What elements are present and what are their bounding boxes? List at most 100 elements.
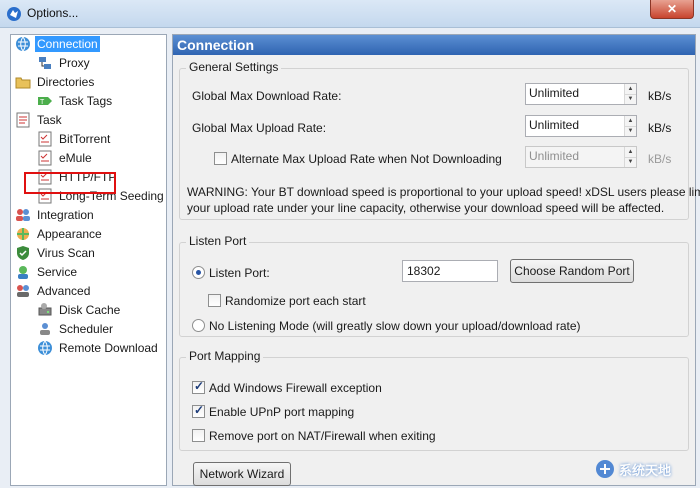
checklist-icon <box>38 150 52 166</box>
content-panel: Connection General Settings Global Max D… <box>172 34 700 486</box>
task-icon <box>16 112 30 128</box>
tree-item-label: Disk Cache <box>59 303 121 317</box>
emule-highlight-box <box>24 172 116 194</box>
window-body: Connection Proxy Directories T Task Tags… <box>0 28 700 488</box>
group-title: Listen Port <box>186 234 250 248</box>
options-tree[interactable]: Connection Proxy Directories T Task Tags… <box>10 34 167 486</box>
download-rate-unit: kB/s <box>648 89 672 103</box>
listen-port-radio-row[interactable]: Listen Port: <box>192 265 270 280</box>
tree-item-advanced[interactable]: Advanced <box>15 282 92 300</box>
listen-port-input[interactable]: 18302 <box>402 260 498 282</box>
spin-down-icon[interactable]: ▼ <box>625 93 636 104</box>
tree-item-bittorrent[interactable]: BitTorrent <box>37 130 112 148</box>
tree-item-label: Task <box>37 113 62 127</box>
alt-upload-unit: kB/s <box>648 152 672 166</box>
listen-port-radio[interactable] <box>192 266 205 280</box>
alt-upload-label: Alternate Max Upload Rate when Not Downl… <box>231 151 502 166</box>
tree-item-label: Service <box>37 265 78 279</box>
upnp-mapping-label: Enable UPnP port mapping <box>209 404 355 419</box>
tree-item-label: Integration <box>37 208 94 222</box>
group-title: Port Mapping <box>186 349 264 363</box>
download-rate-label: Global Max Download Rate: <box>192 89 342 103</box>
users-icon <box>16 209 30 221</box>
no-listen-label: No Listening Mode (will greatly slow dow… <box>209 318 581 333</box>
service-icon <box>18 266 28 279</box>
appearance-icon <box>17 228 29 240</box>
tree-item-proxy[interactable]: Proxy <box>37 54 92 72</box>
alt-upload-checkbox-row[interactable]: Alternate Max Upload Rate when Not Downl… <box>214 151 502 166</box>
warning-text-line2: your upload rate under your line capacit… <box>187 201 665 215</box>
tree-item-virus-scan[interactable]: Virus Scan <box>15 244 97 262</box>
spin-up-icon[interactable]: ▲ <box>625 147 636 157</box>
tree-item-label: Remote Download <box>59 341 158 355</box>
tree-item-disk-cache[interactable]: Disk Cache <box>37 301 122 319</box>
randomize-port-checkbox[interactable] <box>208 294 221 308</box>
watermark-text: 系统天地 <box>619 462 672 478</box>
tree-item-label: Scheduler <box>59 322 114 336</box>
remove-port-checkbox[interactable] <box>192 429 205 443</box>
spin-up-icon[interactable]: ▲ <box>625 84 636 94</box>
tree-item-label: eMule <box>59 151 92 165</box>
tree-item-appearance[interactable]: Appearance <box>15 225 104 243</box>
firewall-exception-label: Add Windows Firewall exception <box>209 380 382 395</box>
upload-rate-unit: kB/s <box>648 121 672 135</box>
download-rate-spinner[interactable]: Unlimited ▲ ▼ <box>525 83 637 105</box>
tree-item-integration[interactable]: Integration <box>15 206 96 224</box>
tree-item-directories[interactable]: Directories <box>15 73 96 91</box>
warning-text-line1: WARNING: Your BT download speed is propo… <box>187 185 700 199</box>
tree-item-label: Appearance <box>37 227 102 241</box>
tree-item-label: Task Tags <box>59 94 113 108</box>
randomize-port-label: Randomize port each start <box>225 293 366 308</box>
upnp-mapping-checkbox[interactable] <box>192 403 205 419</box>
tree-item-task[interactable]: Task <box>15 111 64 129</box>
window-title: Options... <box>27 6 79 20</box>
upload-rate-value: Unlimited <box>529 118 580 132</box>
tree-item-label: Proxy <box>59 56 90 70</box>
spin-down-icon[interactable]: ▼ <box>625 156 636 167</box>
folder-icon <box>15 77 31 89</box>
tree-item-scheduler[interactable]: Scheduler <box>37 320 115 338</box>
tree-item-label: Directories <box>37 75 95 89</box>
group-title: General Settings <box>186 60 282 74</box>
upload-rate-label: Global Max Upload Rate: <box>192 121 327 135</box>
upload-rate-spinner[interactable]: Unlimited ▲ ▼ <box>525 115 637 137</box>
watermark: 系统天地 <box>595 457 689 481</box>
alt-upload-spinner[interactable]: Unlimited ▲ ▼ <box>525 146 637 168</box>
no-listen-radio[interactable] <box>192 319 205 333</box>
firewall-exception-row[interactable]: Add Windows Firewall exception <box>192 379 382 395</box>
port-mapping-group: Port Mapping Add Windows Firewall except… <box>179 349 689 451</box>
tree-item-label: BitTorrent <box>59 132 111 146</box>
close-button[interactable]: ✕ <box>650 0 694 19</box>
alt-upload-value: Unlimited <box>529 149 580 163</box>
globe-icon <box>38 340 52 356</box>
choose-random-port-button[interactable]: Choose Random Port <box>510 259 634 283</box>
spin-up-icon[interactable]: ▲ <box>625 116 636 126</box>
network-wizard-button[interactable]: Network Wizard <box>193 462 291 486</box>
listen-port-label: Listen Port: <box>209 265 270 280</box>
tree-item-task-tags[interactable]: T Task Tags <box>37 92 114 110</box>
no-listen-radio-row[interactable]: No Listening Mode (will greatly slow dow… <box>192 318 581 333</box>
network-icon <box>39 57 51 69</box>
tag-icon: T <box>38 97 52 106</box>
title-bar: Options... ✕ <box>0 0 700 28</box>
svg-text:T: T <box>40 99 45 106</box>
advanced-icon <box>17 285 29 297</box>
tree-item-connection[interactable]: Connection <box>15 35 100 53</box>
spin-down-icon[interactable]: ▼ <box>625 125 636 136</box>
general-settings-group: General Settings Global Max Download Rat… <box>179 60 700 220</box>
tree-item-label: Connection <box>35 36 100 52</box>
shield-icon <box>17 246 29 260</box>
randomize-port-row[interactable]: Randomize port each start <box>208 293 366 308</box>
tree-item-label: Virus Scan <box>37 246 95 260</box>
tree-item-emule[interactable]: eMule <box>37 149 94 167</box>
remove-port-row[interactable]: Remove port on NAT/Firewall when exiting <box>192 428 436 443</box>
listen-port-group: Listen Port Listen Port: 18302 Choose Ra… <box>179 234 689 337</box>
firewall-exception-checkbox[interactable] <box>192 379 205 395</box>
upnp-mapping-row[interactable]: Enable UPnP port mapping <box>192 403 355 419</box>
page-title: Connection <box>173 35 695 55</box>
tree-item-remote-download[interactable]: Remote Download <box>37 339 160 357</box>
tree-item-service[interactable]: Service <box>15 263 79 281</box>
alt-upload-checkbox[interactable] <box>214 152 227 166</box>
globe-icon <box>16 36 30 52</box>
app-icon <box>7 7 21 21</box>
